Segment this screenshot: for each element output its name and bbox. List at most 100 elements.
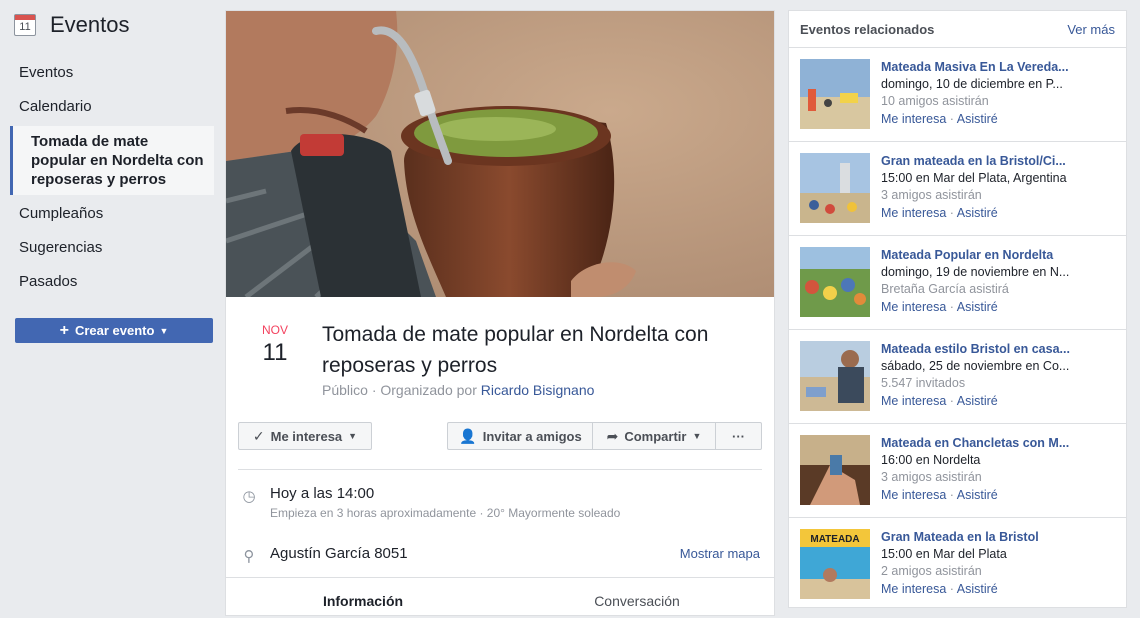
tab-conversacion[interactable]: Conversación — [500, 578, 774, 618]
related-event-item[interactable]: Gran mateada en la Bristol/Ci... 15:00 e… — [789, 142, 1126, 236]
related-event-name[interactable]: Mateada Masiva En La Vereda... — [881, 59, 1117, 76]
related-events-title: Eventos relacionados — [800, 22, 935, 37]
related-event-name[interactable]: Mateada estilo Bristol en casa... — [881, 341, 1117, 358]
event-date-month: NOV — [261, 323, 288, 337]
app-title[interactable]: 11 Eventos — [14, 12, 130, 38]
see-more-link[interactable]: Ver más — [1067, 22, 1115, 37]
event-date: NOV 11 — [250, 323, 300, 367]
add-friend-icon: 👤 — [459, 427, 477, 444]
organized-by-label: Organizado por — [380, 382, 477, 398]
sidebar-item-eventos[interactable]: Eventos — [10, 56, 214, 90]
separator-dot: · — [949, 206, 957, 220]
interest-button-label: Me interesa — [270, 428, 343, 444]
related-event-item[interactable]: MATEADA Gran Mateada en la Bristol 15:00… — [789, 518, 1126, 611]
interest-link[interactable]: Me interesa — [881, 582, 946, 596]
interest-link[interactable]: Me interesa — [881, 112, 946, 126]
related-event-when: domingo, 19 de noviembre en N... — [881, 265, 1070, 279]
related-event-text: Mateada estilo Bristol en casa... sábado… — [881, 341, 1117, 410]
cover-photo-illustration — [226, 11, 774, 297]
event-date-day: 11 — [262, 339, 288, 366]
related-event-item[interactable]: Mateada Masiva En La Vereda... domingo, … — [789, 48, 1126, 142]
thumbnail-banner-text: MATEADA — [810, 534, 859, 545]
thumbnail-image — [800, 435, 870, 505]
related-event-actions: Me interesa · Asistiré — [881, 205, 1117, 222]
thumbnail-image — [800, 59, 870, 129]
related-event-name[interactable]: Mateada en Chancletas con M... — [881, 435, 1117, 452]
sidebar-item-current-event[interactable]: Tomada de mate popular en Nordelta con r… — [10, 126, 214, 195]
interest-link[interactable]: Me interesa — [881, 206, 946, 220]
attend-link[interactable]: Asistiré — [957, 112, 998, 126]
related-event-name[interactable]: Gran Mateada en la Bristol — [881, 529, 1117, 546]
interest-link[interactable]: Me interesa — [881, 394, 946, 408]
location-pin-icon: ⚲ — [243, 548, 255, 565]
related-event-thumbnail[interactable] — [800, 59, 870, 129]
related-events-panel: Eventos relacionados Ver más Mateada Mas… — [788, 10, 1127, 608]
related-events-header: Eventos relacionados Ver más — [789, 11, 1126, 48]
caret-down-icon: ▼ — [348, 431, 358, 441]
sidebar-item-cumpleanos[interactable]: Cumpleaños — [10, 197, 214, 231]
share-arrow-icon: ➦ — [606, 427, 619, 444]
interest-link[interactable]: Me interesa — [881, 488, 946, 502]
related-event-thumbnail[interactable] — [800, 153, 870, 223]
more-options-button[interactable]: ··· — [715, 422, 762, 450]
related-event-thumbnail[interactable] — [800, 435, 870, 505]
event-time-row: ◷ Hoy a las 14:00 Empieza en 3 horas apr… — [240, 485, 760, 520]
related-event-attendance: 5.547 invitados — [881, 376, 966, 390]
share-button[interactable]: ➦ Compartir ▼ — [592, 422, 716, 450]
attend-link[interactable]: Asistiré — [957, 582, 998, 596]
related-event-attendance: 2 amigos asistirán — [881, 564, 982, 578]
calendar-icon-day: 11 — [19, 21, 31, 33]
attend-link[interactable]: Asistiré — [957, 300, 998, 314]
related-event-thumbnail[interactable]: MATEADA — [800, 529, 870, 599]
related-event-item[interactable]: Mateada en Chancletas con M... 16:00 en … — [789, 424, 1126, 518]
separator-dot: · — [949, 394, 957, 408]
event-title: Tomada de mate popular en Nordelta con r… — [322, 323, 709, 377]
create-event-label: Crear evento — [74, 323, 155, 338]
related-event-when: sábado, 25 de noviembre en Co... — [881, 359, 1070, 373]
related-event-name[interactable]: Mateada Popular en Nordelta — [881, 247, 1117, 264]
related-event-actions: Me interesa · Asistiré — [881, 581, 1117, 598]
calendar-icon: 11 — [14, 14, 36, 36]
attend-link[interactable]: Asistiré — [957, 206, 998, 220]
related-event-thumbnail[interactable] — [800, 247, 870, 317]
attend-link[interactable]: Asistiré — [957, 394, 998, 408]
event-time-details: Empieza en 3 horas aproximadamente · 20°… — [270, 506, 621, 520]
related-event-name[interactable]: Gran mateada en la Bristol/Ci... — [881, 153, 1117, 170]
thumbnail-image — [800, 153, 870, 223]
event-time: Hoy a las 14:00 — [270, 485, 375, 502]
related-event-text: Gran mateada en la Bristol/Ci... 15:00 e… — [881, 153, 1117, 222]
show-map-link[interactable]: Mostrar mapa — [680, 546, 760, 561]
interest-link[interactable]: Me interesa — [881, 300, 946, 314]
invite-friends-button[interactable]: 👤 Invitar a amigos — [447, 422, 593, 450]
event-meta: Público · Organizado por Ricardo Bisigna… — [322, 382, 594, 398]
sidebar-item-pasados[interactable]: Pasados — [10, 265, 214, 299]
related-event-actions: Me interesa · Asistiré — [881, 299, 1117, 316]
tab-informacion[interactable]: Información — [226, 578, 500, 618]
share-button-label: Compartir — [624, 428, 687, 444]
related-event-thumbnail[interactable] — [800, 341, 870, 411]
related-event-text: Mateada Popular en Nordelta domingo, 19 … — [881, 247, 1117, 316]
event-organizer-link[interactable]: Ricardo Bisignano — [481, 382, 595, 398]
related-event-item[interactable]: Mateada estilo Bristol en casa... sábado… — [789, 330, 1126, 424]
thumbnail-image — [800, 341, 870, 411]
related-event-text: Mateada en Chancletas con M... 16:00 en … — [881, 435, 1117, 504]
create-event-button[interactable]: + Crear evento ▼ — [15, 318, 213, 343]
related-event-item[interactable]: Mateada Popular en Nordelta domingo, 19 … — [789, 236, 1126, 330]
separator-dot: · — [949, 488, 957, 502]
event-card: NOV 11 Tomada de mate popular en Nordelt… — [225, 10, 775, 616]
related-event-attendance: Bretaña García asistirá — [881, 282, 1009, 296]
related-event-when: 15:00 en Mar del Plata, Argentina — [881, 171, 1067, 185]
plus-icon: + — [59, 321, 69, 339]
divider — [238, 469, 762, 470]
sidebar-item-sugerencias[interactable]: Sugerencias — [10, 231, 214, 265]
related-event-actions: Me interesa · Asistiré — [881, 393, 1117, 410]
event-cover-photo — [226, 11, 774, 297]
attend-link[interactable]: Asistiré — [957, 488, 998, 502]
more-options-icon: ··· — [732, 428, 745, 444]
interest-button[interactable]: ✓ Me interesa ▼ — [238, 422, 372, 450]
related-event-text: Gran Mateada en la Bristol 15:00 en Mar … — [881, 529, 1117, 598]
check-icon: ✓ — [252, 427, 265, 444]
sidebar-item-calendario[interactable]: Calendario — [10, 90, 214, 124]
separator-dot: · — [949, 112, 957, 126]
caret-down-icon: ▼ — [159, 325, 169, 336]
